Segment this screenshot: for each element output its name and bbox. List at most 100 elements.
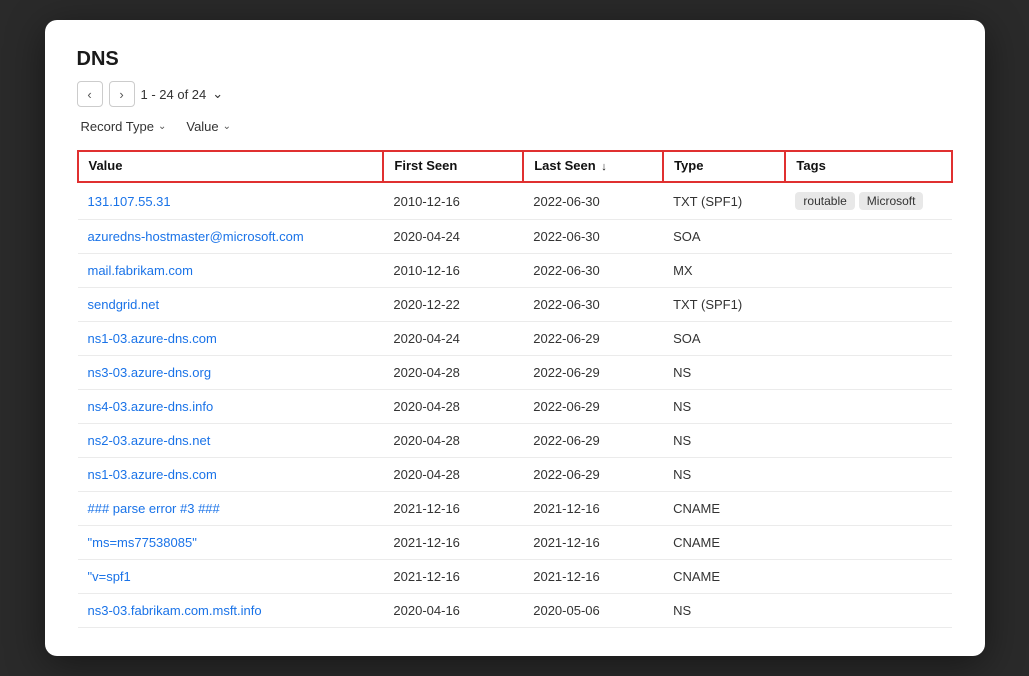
cell-tags xyxy=(785,526,951,560)
cell-value: "ms=ms77538085" xyxy=(78,526,384,560)
cell-type: CNAME xyxy=(663,492,785,526)
cell-value: "v=spf1 xyxy=(78,560,384,594)
record-type-chevron: ⌄ xyxy=(158,121,166,132)
cell-value: ns3-03.fabrikam.com.msft.info xyxy=(78,594,384,628)
value-label: Value xyxy=(186,119,218,134)
cell-tags xyxy=(785,594,951,628)
cell-first-seen: 2010-12-16 xyxy=(383,254,523,288)
table-row: 131.107.55.31 2010-12-162022-06-30TXT (SP… xyxy=(78,182,952,220)
cell-last-seen: 2022-06-30 xyxy=(523,220,663,254)
cell-type: TXT (SPF1) xyxy=(663,288,785,322)
cell-value: ns1-03.azure-dns.com xyxy=(78,322,384,356)
cell-tags xyxy=(785,492,951,526)
cell-value: ns3-03.azure-dns.org xyxy=(78,356,384,390)
tag-badge[interactable]: routable xyxy=(795,192,854,210)
value-link[interactable]: 131.107.55.31 xyxy=(88,194,171,209)
table-row: sendgrid.net2020-12-222022-06-30TXT (SPF… xyxy=(78,288,952,322)
cell-tags xyxy=(785,322,951,356)
cell-type: TXT (SPF1) xyxy=(663,182,785,220)
value-link[interactable]: "v=spf1 xyxy=(88,569,131,584)
cell-first-seen: 2021-12-16 xyxy=(383,560,523,594)
value-link[interactable]: sendgrid.net xyxy=(88,297,160,312)
cell-value: ns1-03.azure-dns.com xyxy=(78,458,384,492)
cell-first-seen: 2020-04-28 xyxy=(383,356,523,390)
cell-type: CNAME xyxy=(663,560,785,594)
cell-tags xyxy=(785,254,951,288)
cell-last-seen: 2022-06-29 xyxy=(523,390,663,424)
cell-value: ns4-03.azure-dns.info xyxy=(78,390,384,424)
value-link[interactable]: azuredns-hostmaster@microsoft.com xyxy=(88,229,304,244)
table-row: ns1-03.azure-dns.com2020-04-242022-06-29… xyxy=(78,322,952,356)
cell-type: SOA xyxy=(663,322,785,356)
col-first-seen[interactable]: First Seen xyxy=(383,151,523,182)
tag-badge[interactable]: Microsoft xyxy=(859,192,924,210)
pagination-row: ‹ › 1 - 24 of 24 ⌄ xyxy=(77,81,953,107)
main-window: DNS ‹ › 1 - 24 of 24 ⌄ Record Type ⌄ Val… xyxy=(45,20,985,656)
pagination-info: 1 - 24 of 24 xyxy=(141,87,207,102)
record-type-label: Record Type xyxy=(81,119,154,134)
value-filter[interactable]: Value ⌄ xyxy=(182,117,235,136)
cell-type: NS xyxy=(663,356,785,390)
cell-last-seen: 2022-06-30 xyxy=(523,182,663,220)
table-row: ### parse error #3 ### 2021-12-162021-12-… xyxy=(78,492,952,526)
cell-value: ns2-03.azure-dns.net xyxy=(78,424,384,458)
value-link[interactable]: ns1-03.azure-dns.com xyxy=(88,331,217,346)
table-row: ns3-03.azure-dns.org 2020-04-282022-06-29… xyxy=(78,356,952,390)
cell-type: MX xyxy=(663,254,785,288)
pagination-dropdown[interactable]: ⌄ xyxy=(212,86,223,102)
next-page-button[interactable]: › xyxy=(109,81,135,107)
col-value[interactable]: Value xyxy=(78,151,384,182)
table-row: ns3-03.fabrikam.com.msft.info2020-04-162… xyxy=(78,594,952,628)
cell-last-seen: 2022-06-29 xyxy=(523,424,663,458)
value-link[interactable]: ns3-03.azure-dns.org xyxy=(88,365,212,380)
value-link[interactable]: ns3-03.fabrikam.com.msft.info xyxy=(88,603,262,618)
cell-tags: routable Microsoft xyxy=(785,182,951,220)
cell-tags xyxy=(785,458,951,492)
cell-tags xyxy=(785,356,951,390)
cell-last-seen: 2022-06-29 xyxy=(523,322,663,356)
col-type[interactable]: Type xyxy=(663,151,785,182)
cell-type: SOA xyxy=(663,220,785,254)
value-link[interactable]: ns1-03.azure-dns.com xyxy=(88,467,217,482)
value-link[interactable]: "ms=ms77538085" xyxy=(88,535,197,550)
prev-page-button[interactable]: ‹ xyxy=(77,81,103,107)
cell-first-seen: 2021-12-16 xyxy=(383,492,523,526)
cell-last-seen: 2021-12-16 xyxy=(523,492,663,526)
col-tags[interactable]: Tags xyxy=(785,151,951,182)
cell-tags xyxy=(785,424,951,458)
cell-value: sendgrid.net xyxy=(78,288,384,322)
cell-first-seen: 2020-04-28 xyxy=(383,458,523,492)
cell-first-seen: 2010-12-16 xyxy=(383,182,523,220)
value-link[interactable]: mail.fabrikam.com xyxy=(88,263,193,278)
cell-tags xyxy=(785,390,951,424)
cell-tags xyxy=(785,560,951,594)
col-last-seen[interactable]: Last Seen ↓ xyxy=(523,151,663,182)
value-link[interactable]: ### parse error #3 ### xyxy=(88,501,220,516)
table-row: "v=spf12021-12-162021-12-16CNAME xyxy=(78,560,952,594)
cell-first-seen: 2020-12-22 xyxy=(383,288,523,322)
cell-value: ### parse error #3 ### xyxy=(78,492,384,526)
cell-value: azuredns-hostmaster@microsoft.com xyxy=(78,220,384,254)
cell-type: CNAME xyxy=(663,526,785,560)
cell-first-seen: 2020-04-28 xyxy=(383,390,523,424)
cell-last-seen: 2021-12-16 xyxy=(523,560,663,594)
cell-value: mail.fabrikam.com xyxy=(78,254,384,288)
record-type-filter[interactable]: Record Type ⌄ xyxy=(77,117,171,136)
cell-first-seen: 2020-04-16 xyxy=(383,594,523,628)
cell-last-seen: 2022-06-29 xyxy=(523,356,663,390)
table-row: mail.fabrikam.com2010-12-162022-06-30MX xyxy=(78,254,952,288)
sort-icon-last-seen: ↓ xyxy=(601,161,607,173)
cell-type: NS xyxy=(663,594,785,628)
filter-row: Record Type ⌄ Value ⌄ xyxy=(77,117,953,136)
table-row: ns1-03.azure-dns.com2020-04-282022-06-29… xyxy=(78,458,952,492)
cell-first-seen: 2020-04-24 xyxy=(383,220,523,254)
cell-type: NS xyxy=(663,458,785,492)
table-row: ns4-03.azure-dns.info 2020-04-282022-06-2… xyxy=(78,390,952,424)
value-link[interactable]: ns2-03.azure-dns.net xyxy=(88,433,211,448)
cell-first-seen: 2021-12-16 xyxy=(383,526,523,560)
cell-tags xyxy=(785,288,951,322)
table-container: Value First Seen Last Seen ↓ Type Tags xyxy=(77,150,953,628)
cell-last-seen: 2021-12-16 xyxy=(523,526,663,560)
value-link[interactable]: ns4-03.azure-dns.info xyxy=(88,399,214,414)
table-row: "ms=ms77538085"2021-12-162021-12-16CNAME xyxy=(78,526,952,560)
